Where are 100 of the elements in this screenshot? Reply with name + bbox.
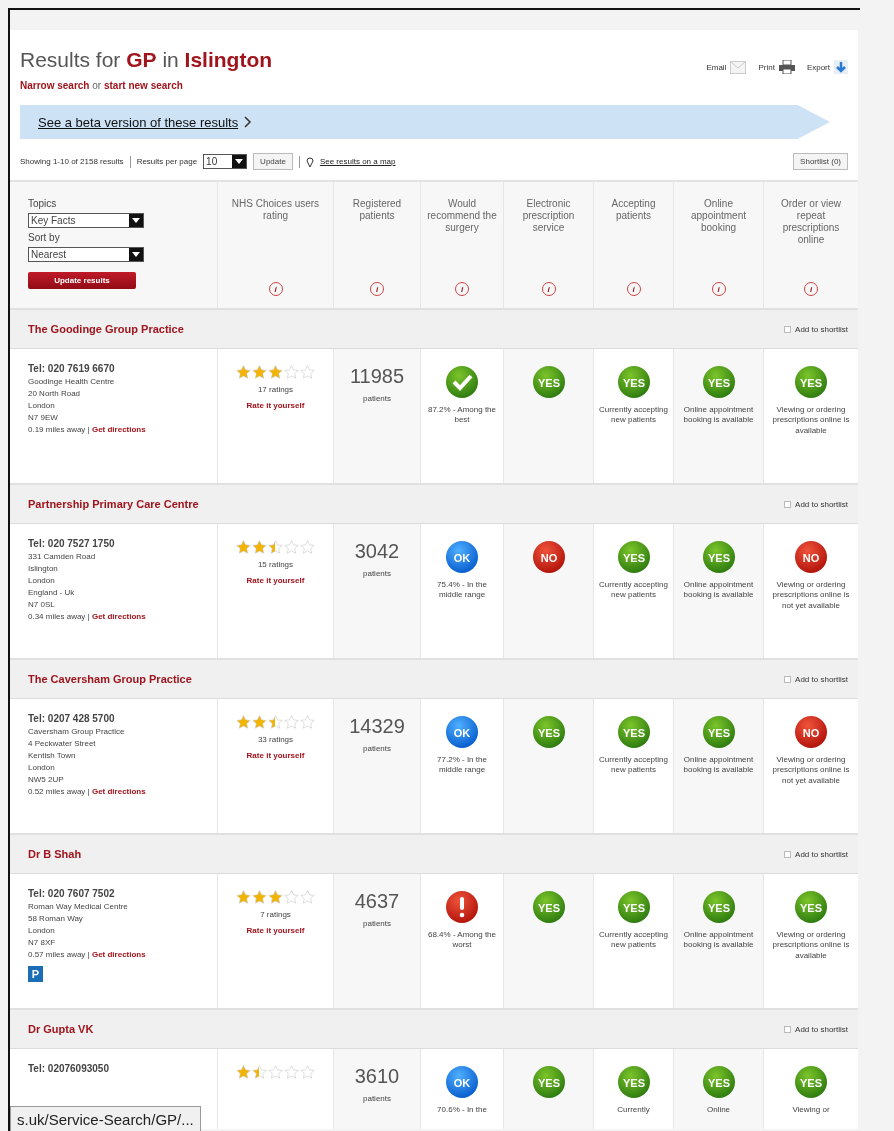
status-text: Viewing or ordering prescriptions online is not yet available: [771, 580, 851, 612]
status-text: 77.2% - In the middle range: [436, 755, 488, 776]
update-results-button[interactable]: Update results: [28, 272, 136, 289]
checkbox[interactable]: [784, 675, 792, 683]
practice-name[interactable]: Partnership Primary Care Centre: [28, 498, 199, 510]
results-count: Showing 1-10 of 2158 results: [20, 157, 124, 166]
chevron-right-icon: [244, 116, 253, 128]
star-icon: [284, 715, 299, 729]
directions-link[interactable]: Get directions: [91, 612, 146, 621]
status-badge: YES: [531, 365, 566, 399]
per-page-select[interactable]: 10: [203, 154, 248, 169]
star-icon: [252, 890, 267, 904]
directions-link[interactable]: Get directions: [91, 787, 146, 796]
status-badge: YES: [616, 890, 651, 924]
status-badge: OK: [445, 1065, 479, 1099]
column-header: Would recommend the surgery: [426, 198, 498, 234]
status-badge: YES: [616, 715, 651, 749]
status-text: Currently accepting new patients: [598, 580, 669, 601]
status-text: Online appointment booking is available: [682, 755, 755, 776]
practice-name[interactable]: Dr Gupta VK: [28, 1023, 94, 1035]
rate-link[interactable]: Rate it yourself: [246, 401, 305, 411]
star-icon: [268, 890, 283, 904]
status-badge: YES: [701, 540, 736, 574]
address-line: 58 Roman Way: [28, 914, 84, 923]
directions-link[interactable]: Get directions: [91, 950, 146, 959]
address-line: England - Uk: [28, 588, 76, 597]
status-text: Viewing or ordering prescriptions online is available: [771, 930, 851, 962]
address-line: 4 Peckwater Street: [28, 739, 97, 748]
star-icon: [252, 715, 267, 729]
status-badge: YES: [531, 1065, 566, 1099]
shortlist-button[interactable]: Shortlist (0): [793, 153, 848, 170]
star-icon: [284, 540, 299, 554]
star-icon: [268, 715, 283, 729]
address-line: N7 9EW: [28, 413, 59, 422]
status-badge: YES: [616, 365, 651, 399]
or-text: or: [92, 80, 102, 91]
column-header: Electronic prescription service: [521, 198, 576, 234]
status-badge: YES: [794, 890, 828, 924]
address-line: N7 8XF: [28, 938, 57, 947]
address-line: 20 North Road: [28, 389, 82, 398]
distance-text: 0.52 miles away |: [28, 787, 90, 796]
star-icon: [268, 365, 283, 379]
status-text: 70.6% - In the: [437, 1105, 487, 1116]
checkbox[interactable]: [784, 325, 792, 333]
map-link[interactable]: See results on a map: [319, 157, 396, 166]
status-badge: YES: [794, 1065, 828, 1099]
telephone-text: Tel: 020 7607 7502: [28, 888, 116, 899]
practice-name[interactable]: The Goodinge Group Practice: [28, 323, 184, 335]
status-text: Viewing or ordering prescriptions online is available: [771, 405, 851, 437]
status-badge: NO: [794, 715, 828, 749]
status-badge: YES: [531, 715, 566, 749]
star-icon: [236, 540, 251, 554]
practice-name[interactable]: The Caversham Group Practice: [28, 673, 192, 685]
shortlist-label: Add to shortlist: [795, 849, 848, 859]
toolbar-link[interactable]: Export: [806, 60, 848, 74]
star-icon: [268, 540, 283, 554]
practice-name[interactable]: Dr B Shah: [28, 848, 82, 860]
narrow-search-link[interactable]: Narrow search: [20, 80, 90, 91]
toolbar-link[interactable]: Email: [706, 60, 747, 74]
rate-link[interactable]: Rate it yourself: [246, 576, 305, 586]
download-icon: [834, 60, 848, 74]
status-badge: YES: [616, 540, 651, 574]
status-badge: YES: [616, 1065, 651, 1099]
shortlist-label: Add to shortlist: [795, 499, 848, 509]
column-header: Accepting patients: [610, 198, 657, 222]
status-badge: NO: [794, 540, 828, 574]
patient-count: 14329: [349, 715, 405, 738]
address-line: London: [28, 401, 56, 410]
sort-select[interactable]: Nearest: [28, 247, 144, 262]
column-header: Order or view repeat prescriptions online: [780, 198, 842, 246]
directions-link[interactable]: Get directions: [91, 425, 146, 434]
address-line: Kentish Town: [28, 751, 77, 760]
beta-banner[interactable]: See a beta version of these results: [20, 105, 830, 139]
status-badge: YES: [794, 365, 828, 399]
checkbox[interactable]: [784, 850, 792, 858]
ratings-count: 15 ratings: [257, 560, 294, 571]
star-icon: [300, 365, 315, 379]
column-header: Registered patients: [351, 198, 403, 222]
shortlist-label: Add to shortlist: [795, 1024, 848, 1034]
toolbar-link[interactable]: Print: [758, 60, 795, 74]
patients-label: patients: [363, 1094, 391, 1105]
update-button[interactable]: Update: [253, 153, 293, 170]
address-line: NW5 2UP: [28, 775, 65, 784]
checkbox[interactable]: [784, 500, 792, 508]
topics-select[interactable]: Key Facts: [28, 213, 144, 228]
address-line: London: [28, 576, 56, 585]
status-text: 75.4% - In the middle range: [436, 580, 488, 601]
status-badge: YES: [701, 1065, 736, 1099]
rate-link[interactable]: Rate it yourself: [246, 751, 305, 761]
status-text: Online appointment booking is available: [682, 580, 755, 601]
status-badge: YES: [701, 715, 736, 749]
ratings-count: 17 ratings: [257, 385, 294, 396]
rate-link[interactable]: Rate it yourself: [246, 926, 305, 936]
new-search-link[interactable]: start new search: [103, 80, 183, 91]
per-page-label: Results per page: [136, 157, 198, 166]
patients-label: patients: [363, 919, 391, 930]
ratings-count: 7 ratings: [260, 910, 291, 921]
checkbox[interactable]: [784, 1025, 792, 1033]
status-badge: YES: [701, 890, 736, 924]
address-line: N7 0SL: [28, 600, 56, 609]
